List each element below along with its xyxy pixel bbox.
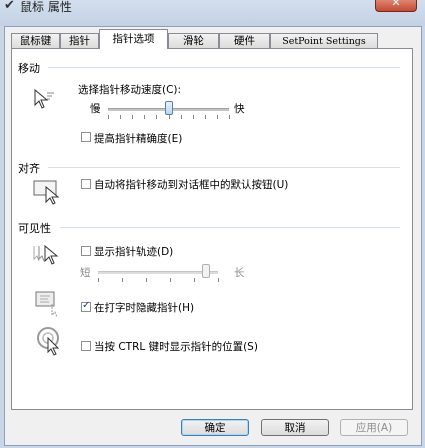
motion-divider <box>48 67 400 68</box>
cancel-button[interactable]: 取消 <box>261 419 329 436</box>
slider-tick <box>108 115 109 119</box>
slider-tick <box>169 115 170 119</box>
trails-short-label: 短 <box>80 267 91 279</box>
visibility-heading: 可见性 <box>18 222 51 235</box>
slider-tick <box>194 278 195 282</box>
slider-tick <box>98 278 99 282</box>
slider-tick <box>170 278 171 282</box>
trails-label[interactable]: 显示指针轨迹(D) <box>94 244 173 259</box>
hide-pointer-icon <box>35 291 58 318</box>
close-button[interactable]: ✕ <box>375 0 417 12</box>
trails-slider-track[interactable] <box>98 271 218 274</box>
speed-slow-label: 慢 <box>90 103 101 115</box>
ok-button[interactable]: 确定 <box>181 419 249 436</box>
snap-to-button-icon <box>33 180 60 205</box>
visibility-divider <box>60 227 400 228</box>
trails-slider-thumb[interactable] <box>202 264 210 278</box>
hide-while-typing-label[interactable]: 在打字时隐藏指针(H) <box>94 300 194 315</box>
mouse-icon: ✔ <box>4 0 15 13</box>
apply-button[interactable]: 应用(A) <box>340 419 408 436</box>
trails-long-label: 长 <box>234 267 245 279</box>
slider-tick <box>132 115 133 119</box>
trails-checkbox[interactable] <box>81 246 91 256</box>
pointer-motion-icon <box>34 88 54 109</box>
snap-heading: 对齐 <box>18 162 40 175</box>
show-location-ctrl-checkbox[interactable] <box>81 341 91 351</box>
tab-buttons[interactable]: 鼠标键 <box>11 33 60 48</box>
slider-tick <box>181 115 182 119</box>
pointer-trails-icon <box>33 244 59 265</box>
slider-tick <box>120 115 121 119</box>
precision-checkbox[interactable] <box>81 132 91 142</box>
tab-hardware[interactable]: 硬件 <box>219 33 270 48</box>
slider-tick <box>156 115 157 119</box>
slider-tick <box>122 278 123 282</box>
pointer-options-panel: 移动 选择指针移动速度(C): 慢 快 提高指针精确度(E) 对齐 自动将指针移… <box>11 48 413 410</box>
slider-tick <box>146 278 147 282</box>
tab-setpoint-settings[interactable]: SetPoint Settings <box>270 33 378 48</box>
snap-divider <box>48 167 400 168</box>
slider-tick <box>205 115 206 119</box>
slider-tick <box>193 115 194 119</box>
speed-slider-thumb[interactable] <box>164 101 173 115</box>
precision-label[interactable]: 提高指针精确度(E) <box>94 131 182 146</box>
show-location-ctrl-label[interactable]: 当按 CTRL 键时显示指针的位置(S) <box>94 339 258 354</box>
slider-tick <box>217 115 218 119</box>
speed-fast-label: 快 <box>234 103 245 115</box>
hide-while-typing-checkbox[interactable] <box>81 300 91 312</box>
slider-tick <box>144 115 145 119</box>
snap-checkbox[interactable] <box>81 179 91 189</box>
speed-label: 选择指针移动速度(C): <box>78 84 182 96</box>
ctrl-locate-icon <box>37 327 60 356</box>
title-bar: ✔ 鼠标 属性 ✕ <box>0 0 425 26</box>
slider-tick <box>229 115 230 119</box>
tab-pointer-options[interactable]: 指针选项 <box>99 29 168 49</box>
tab-pointers[interactable]: 指针 <box>60 33 99 48</box>
motion-heading: 移动 <box>18 62 40 75</box>
snap-label[interactable]: 自动将指针移动到对话框中的默认按钮(U) <box>94 177 288 192</box>
slider-tick <box>218 278 219 282</box>
dialog-client: 鼠标键 指针 指针选项 滑轮 硬件 SetPoint Settings 移动 选… <box>4 26 422 446</box>
tab-wheel[interactable]: 滑轮 <box>168 33 219 48</box>
window-title: 鼠标 属性 <box>20 0 72 14</box>
